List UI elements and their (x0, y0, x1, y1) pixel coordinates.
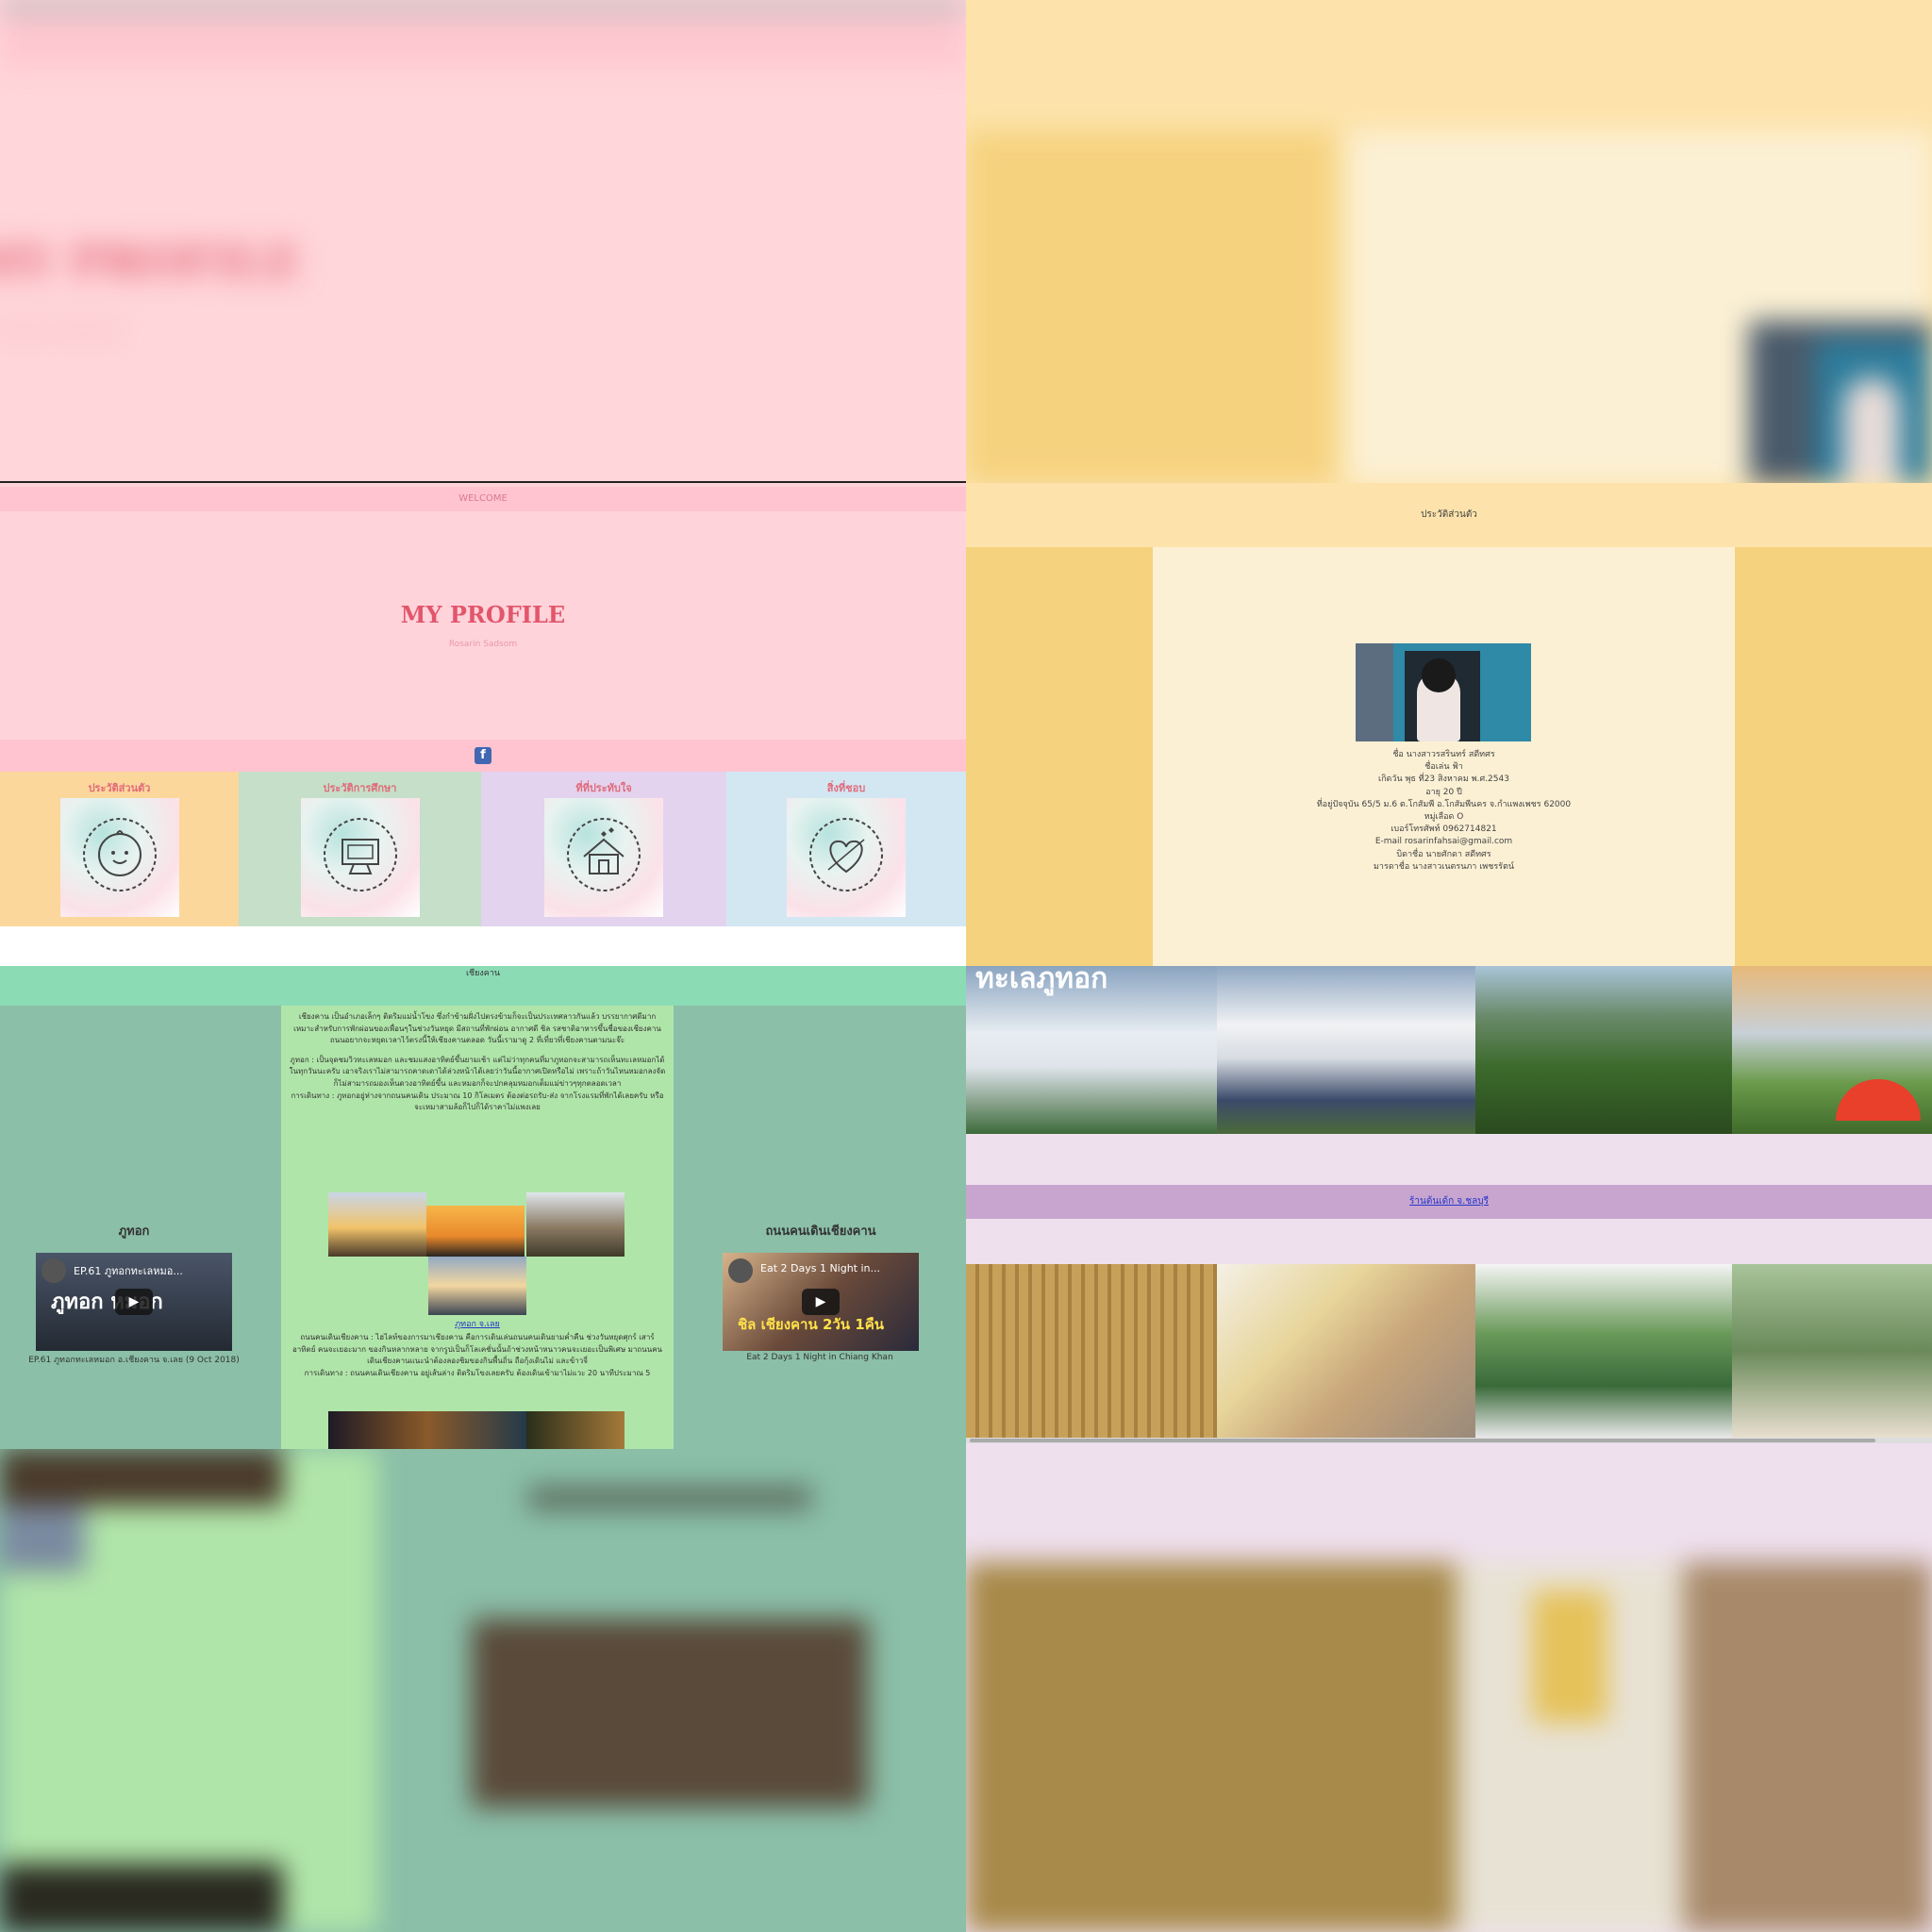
tile-label: สิ่งที่ชอบ (826, 782, 866, 794)
phutok-video[interactable]: EP.61 ภูทอกทะเลหมอ... ภูทอก หมอก ▶ (36, 1253, 232, 1351)
personal-info-text: ชื่อ นางสาวรสรินทร์ สดีทศร ชื่อเล่น ฟ้า … (1153, 749, 1735, 874)
article-paragraph: ภูทอก : เป็นจุดชมวิวทะเลหมอก และชมแสงอาท… (289, 1055, 666, 1088)
info-line: ชื่อเล่น ฟ้า (1424, 762, 1463, 773)
article-paragraph: การเดินทาง : ภูทอกอยู่ห่างจากถนนคนเดิน ป… (291, 1091, 664, 1112)
clouds-camp-photo (1217, 966, 1475, 1134)
tent-sunrise-photo (1732, 966, 1932, 1134)
info-line: ชื่อ นางสาวรสรินทร์ สดีทศร (1392, 750, 1495, 759)
channel-avatar (728, 1258, 753, 1283)
video-caption: Eat 2 Days 1 Night in Chiang Khan (746, 1353, 893, 1362)
section-title: เชียงคาน (0, 966, 966, 1006)
cafe-title-bar: ร้านต้นเด้ก จ.ชลบุรี (966, 1185, 1932, 1219)
blurred-title: MY PROFILE (0, 236, 301, 289)
play-icon[interactable]: ▶ (115, 1289, 153, 1315)
cafe-link[interactable]: ร้านต้นเด้ก จ.ชลบุรี (1409, 1196, 1489, 1207)
info-line: มารดาชื่อ นางสาวเนตรนภา เพชรรัตน์ (1374, 861, 1514, 872)
night-street-photo (526, 1411, 625, 1449)
flowers-mountain-photo (1475, 966, 1732, 1134)
house-icon (544, 798, 663, 917)
blurred-subtitle: Rosarin Sadsom (0, 321, 122, 339)
phutok-title: ภูทอก (118, 1224, 150, 1239)
info-line: หมู่เลือด O (1424, 812, 1464, 823)
blurred-cafe-preview (966, 1449, 1932, 1932)
horizontal-scrollbar[interactable] (966, 1438, 1932, 1443)
info-line: ที่อยู่ปัจจุบัน 65/5 ม.6 ต.โกสัมพี อ.โกส… (1316, 799, 1572, 809)
sunset-couple-photo (426, 1206, 525, 1257)
gallery-page: ทะเลภูทอก ร้านต้นเด้ก จ.ชลบุรี (966, 966, 1932, 1449)
banner-text: ทะเลภูทอก (975, 966, 1108, 995)
sea-of-mist-photo (428, 1257, 526, 1315)
tile-label: ที่ที่ประทับใจ (575, 782, 632, 794)
blurred-chiangkhan-preview (0, 1449, 966, 1932)
phutok-banner-photo: ทะเลภูทอก (966, 966, 1217, 1134)
tile-label: ประวัติการศึกษา (323, 782, 397, 794)
channel-avatar (42, 1258, 66, 1283)
article-paragraph: เชียงคาน เป็นอำเภอเล็กๆ ติดริมแม่น้ำโขง … (293, 1012, 661, 1045)
facebook-icon[interactable]: f (475, 747, 491, 764)
sunrise-photo (328, 1192, 426, 1257)
personal-info-panel: ชื่อ นางสาวรสรินทร์ สดีทศร ชื่อเล่น ฟ้า … (1153, 547, 1735, 966)
profile-page: WELCOME MY PROFILE Rosarin Sadsom f ประว… (0, 483, 966, 966)
personal-info-page: ประวัติส่วนตัว ชื่อ นางสาวรสรินทร์ สดีทศ… (966, 483, 1932, 966)
info-line: E-mail rosarinfahsai@gmail.com (1374, 837, 1513, 847)
info-line: อายุ 20 ปี (1425, 787, 1462, 797)
info-line: บิดาชื่อ นายศักดา สดีทศร (1396, 849, 1491, 859)
article-paragraph: การเดินทาง : ถนนคนเดินเชียงคาน อยู่เส้นล… (304, 1368, 651, 1377)
cafe-garden-photo (1475, 1264, 1732, 1438)
cake-coffee-photo (1217, 1264, 1475, 1438)
chiangkhan-article: เชียงคาน เป็นอำเภอเล็กๆ ติดริมแม่น้ำโขง … (281, 1006, 674, 1449)
profile-photo (1356, 643, 1531, 741)
blurred-personal-preview (966, 0, 1932, 483)
tile-personal-info[interactable]: ประวัติส่วนตัว (0, 772, 239, 926)
section-title: ประวัติส่วนตัว (966, 483, 1932, 547)
baby-face-icon (59, 798, 179, 917)
chiangkhan-page: เชียงคาน เชียงคาน เป็นอำเภอเล็กๆ ติดริมแ… (0, 966, 966, 1449)
page-subtitle: Rosarin Sadsom (448, 640, 518, 649)
article-paragraph: ถนนคนเดินเชียงคาน : ไฮไลท์ของการมาเชียงค… (291, 1333, 663, 1366)
blurred-profile-preview: MY PROFILE Rosarin Sadsom (0, 0, 966, 483)
cake-flowers-photo (1732, 1264, 1932, 1438)
play-icon[interactable]: ▶ (802, 1289, 840, 1315)
tile-favorite-places[interactable]: ที่ที่ประทับใจ (481, 772, 726, 926)
video-caption: EP.61 ภูทอกทะเลหมอก อ.เชียงคาน จ.เลย (9 … (28, 1356, 240, 1365)
night-market-photo (328, 1411, 526, 1449)
heart-icon (787, 798, 906, 917)
walking-street-title: ถนนคนเดินเชียงคาน (765, 1224, 876, 1239)
computer-icon (300, 798, 420, 917)
tile-favorites[interactable]: สิ่งที่ชอบ (726, 772, 966, 926)
video-overlay-text: ชิล เชียงคาน 2วัน 1คืน (738, 1316, 885, 1333)
info-line: เบอร์โทรศัพท์ 0962714821 (1391, 824, 1497, 835)
welcome-bar: WELCOME (0, 487, 966, 511)
walking-street-video[interactable]: Eat 2 Days 1 Night in... ชิล เชียงคาน 2ว… (723, 1253, 919, 1351)
page-title: MY PROFILE (400, 601, 566, 628)
video-title: EP.61 ภูทอกทะเลหมอ... (74, 1265, 183, 1277)
info-line: เกิดวัน พุธ ที่23 สิงหาคม พ.ศ.2543 (1378, 774, 1509, 785)
tile-label: ประวัติส่วนตัว (88, 782, 151, 794)
cafe-sign-photo (966, 1264, 1217, 1438)
tile-education[interactable]: ประวัติการศึกษา (239, 772, 481, 926)
video-title: Eat 2 Days 1 Night in... (760, 1262, 881, 1274)
sign-photo (526, 1192, 625, 1257)
phutok-link[interactable]: ภูทอก จ.เลย (455, 1320, 500, 1329)
